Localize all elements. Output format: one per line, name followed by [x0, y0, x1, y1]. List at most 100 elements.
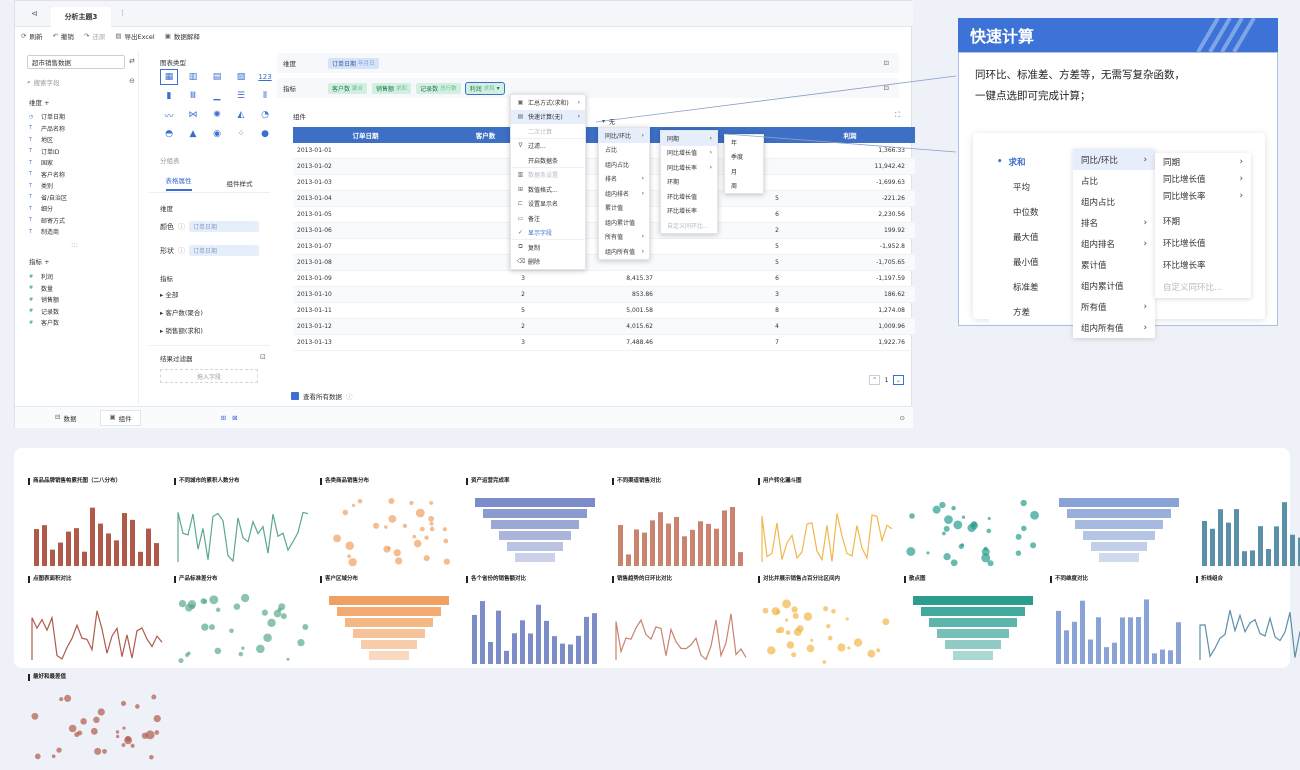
gallery-thumbnail[interactable]: 各个省份的销售额对比 [466, 576, 606, 672]
undo-button[interactable]: ↶ 撤销 [52, 31, 73, 41]
shelf-pill-customer[interactable]: 客户数 聚合 [328, 82, 368, 94]
refresh-button[interactable]: ⟳ 刷新 [21, 31, 42, 41]
donut-chart-icon[interactable]: ● [256, 126, 274, 142]
detail-table-icon[interactable]: ▤ [208, 69, 226, 85]
scatter-chart-icon[interactable]: ⁘ [232, 126, 250, 142]
props-measure-item[interactable]: ▸ 销售额(求和) [160, 325, 203, 335]
yoy-item[interactable]: 环比增长率 [1155, 254, 1251, 276]
gauge-chart-icon[interactable]: ◔ [256, 107, 274, 123]
shelf-clear-icon[interactable]: ⊡ [884, 59, 889, 67]
pie-chart-icon[interactable]: ◓ [160, 126, 178, 142]
context-menu-item[interactable]: ▭ 备注 [511, 211, 585, 226]
quick-calc-item[interactable]: 组内排名 › [599, 186, 649, 201]
scatter-line-icon[interactable]: ⋈ [184, 107, 202, 123]
collapse-panel-icon[interactable]: ⊙ [900, 414, 905, 422]
yoy-item[interactable]: 同期 › [1155, 153, 1251, 170]
context-menu-item[interactable]: ⊏ 设置显示名 [511, 197, 585, 212]
dimension-field[interactable]: ◷ 订单日期 [21, 111, 139, 123]
gallery-thumbnail[interactable] [1050, 478, 1190, 574]
quick-calc-item[interactable]: 累计值 [599, 201, 649, 216]
table-chart-icon[interactable]: ▦ [160, 69, 178, 85]
gallery-thumbnail[interactable]: 商品品牌销售帕累托图（二八分布） [28, 478, 168, 574]
gallery-thumbnail[interactable]: 销售趋势的日环比对比 [612, 576, 752, 672]
gallery-thumbnail[interactable]: 对比并展示销售占百分比区间内 [758, 576, 898, 672]
kpi-chart-icon[interactable]: 123 [256, 69, 274, 85]
context-menu-item[interactable]: ∇ 过滤... [511, 139, 585, 154]
context-menu-item[interactable]: ⌫ 删除 [511, 255, 585, 270]
add-dashboard-icon[interactable]: ⊠ [232, 414, 237, 422]
quick-calc-item[interactable]: 组内所有值 › [599, 244, 649, 259]
calc-item[interactable]: 累计值 [1073, 254, 1155, 275]
tab-component-style[interactable]: 组件样式 [227, 178, 253, 188]
yoy-item[interactable]: 环比增长率 [661, 204, 717, 219]
period-item[interactable]: 周 [725, 179, 763, 194]
gallery-thumbnail[interactable]: 产品标准差分布 [174, 576, 314, 672]
gallery-thumbnail[interactable]: 不同维度对比 [1050, 576, 1190, 672]
gallery-thumbnail[interactable]: 资产运营完成率 [466, 478, 606, 574]
show-all-checkbox[interactable] [291, 392, 299, 400]
calc-item[interactable]: 组内所有值 › [1073, 317, 1155, 338]
dimension-field[interactable]: T 产品名称 [21, 123, 139, 135]
dimension-field[interactable]: T 订单ID [21, 146, 139, 158]
context-menu-item[interactable]: ⧉ 复制 [511, 240, 585, 255]
bottom-tab-data[interactable]: ⊟ 数据 [55, 413, 76, 423]
gallery-thumbnail[interactable]: 点图表面积对比 [28, 576, 168, 672]
yoy-item[interactable]: 自定义同环比... [661, 218, 717, 233]
search-input[interactable]: ⌕ 搜索字段 [27, 75, 125, 89]
column-chart-icon[interactable]: Ⅲ [184, 88, 202, 104]
calc-item[interactable]: 组内占比 [1073, 191, 1155, 212]
gallery-thumbnail[interactable]: 散点图 [904, 576, 1044, 672]
shelf-pill-date[interactable]: 订单日期 年月日 [328, 57, 379, 69]
quick-calc-item[interactable]: 所有值 › [599, 230, 649, 245]
yoy-item[interactable]: 同比增长值 › [1155, 170, 1251, 187]
calc-item[interactable]: 同比/环比 › [1073, 149, 1155, 170]
more-icon[interactable]: ⋮ [119, 9, 126, 17]
measure-field[interactable]: # 数量 [21, 283, 139, 295]
yoy-item[interactable]: 环比增长值 [1155, 232, 1251, 254]
gallery-thumbnail[interactable]: 最好和最差值 [28, 674, 168, 770]
context-menu-item[interactable]: 二次计算 [511, 124, 585, 139]
histogram-icon[interactable]: ▁ [208, 88, 226, 104]
shape-drop-target[interactable]: 订单日期 [189, 245, 259, 256]
measure-field[interactable]: # 销售额 [21, 294, 139, 306]
gallery-thumbnail[interactable]: 客户区域分布 [320, 576, 460, 672]
dimension-field[interactable]: T 地区 [21, 134, 139, 146]
stacked-bar-icon[interactable]: ☰ [232, 88, 250, 104]
measure-field[interactable]: # 客户数 [21, 317, 139, 329]
calc-item[interactable]: 排名 › [1073, 212, 1155, 233]
context-menu-item[interactable]: ▤ 快速计算(无) › [511, 109, 585, 124]
export-excel-button[interactable]: ▤ 导出Excel [115, 31, 154, 41]
area-chart-icon[interactable]: ◭ [232, 107, 250, 123]
calc-item[interactable]: 占比 [1073, 170, 1155, 191]
gallery-thumbnail[interactable]: 用户转化漏斗图 [758, 478, 898, 574]
tab-table-props[interactable]: 表格属性 [165, 175, 192, 191]
radar-chart-icon[interactable]: ✺ [208, 107, 226, 123]
dimension-field[interactable]: T 细分 [21, 203, 139, 215]
map-chart-icon[interactable]: ▲ [184, 126, 202, 142]
yoy-item[interactable]: 同比增长率 › [661, 160, 717, 175]
dimension-field[interactable]: T 省/自治区 [21, 192, 139, 204]
context-menu-item[interactable]: ⊞ 数值格式... [511, 182, 585, 197]
redo-button[interactable]: ↷ 还原 [84, 31, 105, 41]
context-menu-item[interactable]: ▣ 汇总方式(求和) › [511, 95, 585, 110]
add-component-icon[interactable]: ⊞ [221, 414, 226, 422]
crosstab-chart-icon[interactable]: ▥ [184, 69, 202, 85]
measure-field[interactable]: # 记录数 [21, 306, 139, 318]
calc-item[interactable]: 组内累计值 [1073, 275, 1155, 296]
dimension-field[interactable]: T 制造商 [21, 226, 139, 238]
props-measure-item[interactable]: ▸ 客户数(聚合) [160, 307, 203, 317]
yoy-item[interactable]: 同比增长率 › [1155, 187, 1251, 204]
gallery-thumbnail[interactable]: 各类商品销售分布 [320, 478, 460, 574]
context-menu-item[interactable]: ▥ 数据条设置 [511, 168, 585, 183]
gallery-thumbnail[interactable]: 不同渠道销售对比 [612, 478, 752, 574]
context-menu-item[interactable]: 开启数据条 [511, 153, 585, 168]
dimension-field[interactable]: T 类别 [21, 180, 139, 192]
measure-field[interactable]: # 利润 [21, 271, 139, 283]
filter-drop-zone[interactable]: 拖入字段 [160, 369, 258, 383]
divider-handle[interactable]: ::: [71, 241, 78, 249]
line-chart-icon[interactable]: 〰 [160, 107, 178, 123]
bottom-tab-component[interactable]: ▣ 组件 [100, 409, 141, 426]
dataset-select[interactable]: 超市销售数据 [27, 55, 125, 69]
shelf-pill-count[interactable]: 记录数 总行数 [416, 82, 461, 94]
shelf-pill-profit[interactable]: 利润 求和 ▾ [464, 81, 505, 95]
